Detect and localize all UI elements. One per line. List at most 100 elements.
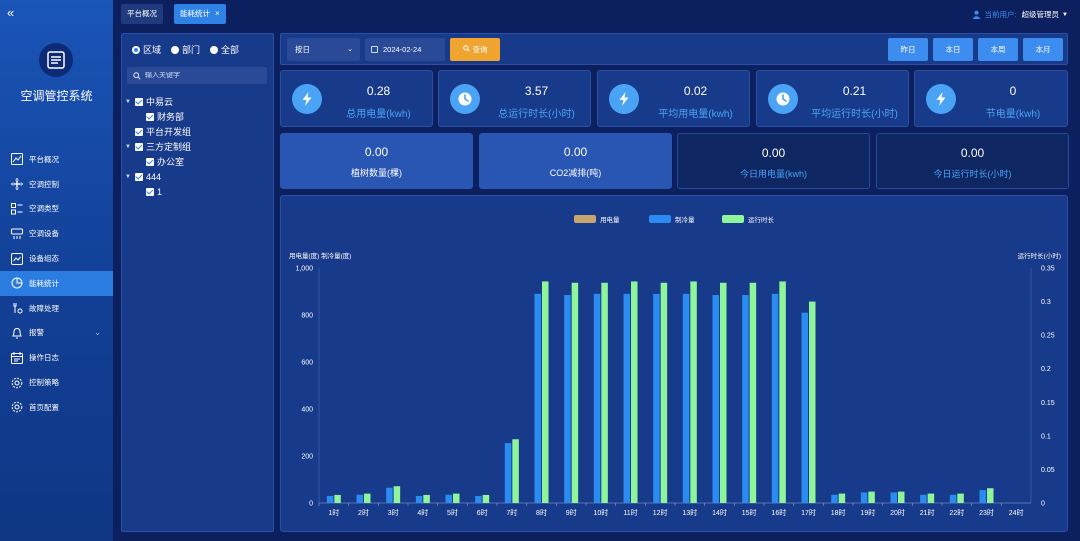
summary-card: 0.00 植树数量(棵) <box>280 133 473 189</box>
sidebar-item-label: 控制策略 <box>29 378 59 388</box>
right-tick-label: 0 <box>1041 501 1045 508</box>
current-user-label: 当前用户: <box>984 10 1017 19</box>
x-tick-label: 6时 <box>477 508 488 517</box>
period-select-value: 按日 <box>295 45 310 54</box>
clock-icon <box>450 84 480 114</box>
bar-cooling <box>682 293 690 503</box>
chevron-down-icon: ⌄ <box>347 46 353 53</box>
bar-runtime <box>660 282 668 503</box>
tree-node[interactable]: 办公室 <box>125 154 191 169</box>
legend-swatch <box>722 215 744 223</box>
bar-cooling <box>356 494 363 503</box>
legend-label: 用电量 <box>600 215 620 224</box>
sidebar-item-label: 空调类型 <box>29 204 59 214</box>
tab-energy-stats[interactable]: 能耗统计 × <box>174 4 226 24</box>
bar-cooling <box>326 495 334 503</box>
sidebar-item-label: 操作日志 <box>29 353 59 363</box>
tree-checkbox[interactable] <box>135 172 143 181</box>
scope-radio-group: 区域 部门 全部 <box>132 43 239 56</box>
date-value: 2024-02-24 <box>383 45 422 54</box>
sidebar-item-0[interactable]: 平台概况 <box>0 147 113 172</box>
x-tick-label: 1时 <box>328 508 339 517</box>
sidebar-item-5[interactable]: 能耗统计 <box>0 270 113 296</box>
tree-node[interactable]: 平台开发组 <box>125 124 191 139</box>
tree-node-label: 财务部 <box>157 112 185 122</box>
sidebar-item-10[interactable]: 首页配置 <box>0 395 113 420</box>
chart-panel: 用电量 制冷量 运行时长 用电量(度) 制冷量(度) 运行时长(小时) 0 200 400 60… <box>280 195 1068 532</box>
left-tick-label: 400 <box>301 407 313 414</box>
bar-runtime <box>749 282 757 503</box>
x-tick-label: 13时 <box>682 508 697 517</box>
expand-arrow-icon[interactable]: ▼ <box>125 144 132 150</box>
tree-node[interactable]: 1 <box>125 184 191 199</box>
this-month-button[interactable]: 本月 <box>1023 38 1063 61</box>
tree-checkbox[interactable] <box>135 127 143 136</box>
sidebar-item-label: 报警 <box>29 328 44 338</box>
radio-all[interactable]: 全部 <box>210 43 239 56</box>
radio-label: 全部 <box>221 45 240 55</box>
sidebar-item-7[interactable]: 报警 ⌄ <box>0 321 113 346</box>
stat-label: 节电量(kwh) <box>985 109 1041 120</box>
query-button[interactable]: 查询 <box>450 38 500 61</box>
radio-region[interactable]: 区域 <box>132 43 161 56</box>
bar-runtime <box>453 493 460 503</box>
yesterday-button[interactable]: 昨日 <box>888 38 928 61</box>
radio-department[interactable]: 部门 <box>171 43 200 56</box>
tree-checkbox[interactable] <box>146 157 154 166</box>
period-select[interactable]: 按日 ⌄ <box>287 38 360 61</box>
gear-icon <box>11 377 29 389</box>
stat-label: 平均运行时长(小时) <box>811 109 898 120</box>
left-tick-label: 200 <box>301 454 313 461</box>
close-icon[interactable]: × <box>215 9 220 18</box>
gear-icon <box>11 401 29 413</box>
summary-card: 0.00 CO2减排(吨) <box>479 133 672 189</box>
tree-checkbox[interactable] <box>146 112 154 121</box>
tree-search-input[interactable] <box>145 72 265 79</box>
user-info[interactable]: 当前用户: 超级管理员 ▼ <box>972 9 1068 20</box>
bar-cooling <box>386 487 393 503</box>
sidebar-item-3[interactable]: 空调设备 <box>0 221 113 246</box>
tree-node[interactable]: ▼ 444 <box>125 169 191 184</box>
sidebar-item-6[interactable]: 故障处理 <box>0 296 113 321</box>
left-tick-label: 1,000 <box>295 266 313 273</box>
sidebar-item-1[interactable]: 空调控制 <box>0 172 113 197</box>
x-tick-label: 4时 <box>417 508 428 517</box>
date-picker[interactable]: 2024-02-24 <box>365 38 445 61</box>
ac-unit-icon <box>11 228 29 240</box>
bar-runtime <box>542 281 549 503</box>
button-label: 本日 <box>945 45 961 54</box>
org-tree-panel: 区域 部门 全部 ▼ 中易云财务部平台开发组 ▼ 三方定制组办公室 ▼ 444 1 <box>121 33 274 532</box>
bar-runtime <box>987 488 994 503</box>
right-tick-label: 0.35 <box>1041 266 1055 273</box>
this-week-button[interactable]: 本周 <box>978 38 1018 61</box>
fan-icon <box>11 178 29 191</box>
tree-node[interactable]: ▼ 中易云 <box>125 94 191 109</box>
collapse-icon[interactable]: « <box>7 5 14 20</box>
app-logo-icon <box>39 43 73 77</box>
tree-checkbox[interactable] <box>146 187 154 196</box>
stat-label: 总运行时长(小时) <box>498 109 575 120</box>
sidebar-item-8[interactable]: 操作日志 <box>0 345 113 370</box>
lightning-icon <box>292 84 322 114</box>
x-tick-label: 18时 <box>831 508 846 517</box>
bar-cooling <box>771 293 779 503</box>
sidebar-item-2[interactable]: 空调类型 <box>0 197 113 222</box>
chevron-down-icon: ▼ <box>1062 11 1068 18</box>
tree-checkbox[interactable] <box>135 97 143 106</box>
left-tick-label: 800 <box>301 313 313 320</box>
bar-cooling <box>475 495 482 503</box>
expand-arrow-icon[interactable]: ▼ <box>125 99 132 105</box>
summary-label: 植树数量(棵) <box>351 168 402 178</box>
sidebar-item-4[interactable]: 设备组态 <box>0 246 113 271</box>
expand-arrow-icon[interactable]: ▼ <box>125 174 132 180</box>
today-button[interactable]: 本日 <box>933 38 973 61</box>
tree-node[interactable]: ▼ 三方定制组 <box>125 139 191 154</box>
summary-value: 0.00 <box>960 146 985 160</box>
tab-platform-overview[interactable]: 平台概况 <box>121 4 163 24</box>
pie-chart-icon <box>11 277 29 289</box>
sidebar-item-9[interactable]: 控制策略 <box>0 370 113 395</box>
stat-label: 平均用电量(kwh) <box>658 109 733 120</box>
tree-checkbox[interactable] <box>135 142 143 151</box>
bar-runtime <box>868 491 875 503</box>
tree-node[interactable]: 财务部 <box>125 109 191 124</box>
